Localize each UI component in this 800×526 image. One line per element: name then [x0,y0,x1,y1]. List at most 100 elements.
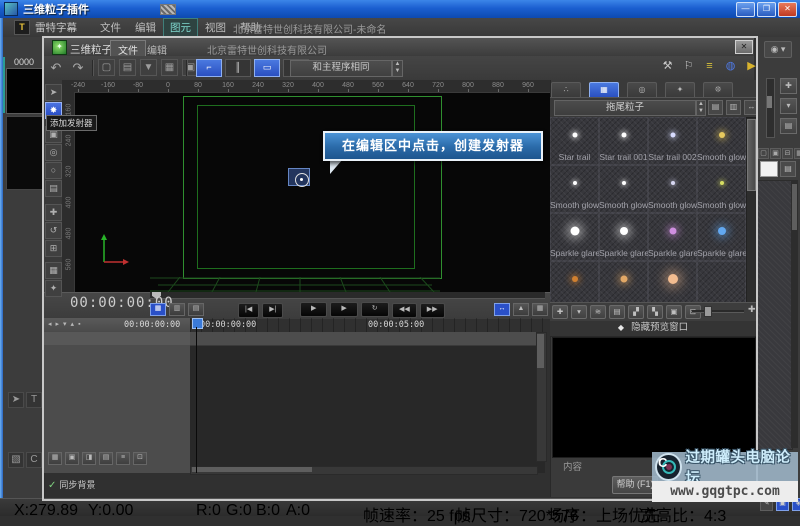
preset-item[interactable]: Sparkle glare [550,213,599,261]
redo-button[interactable]: ↷ [68,59,88,77]
remove-preset-button[interactable]: ▾ [571,305,587,319]
render-mode-dropdown[interactable]: 和主程序相同 [290,60,392,77]
align-right-icon[interactable]: ⊟ [782,148,793,159]
preset-scrollbar-thumb[interactable] [747,119,756,191]
flag-icon[interactable]: ⚐ [681,58,696,74]
refresh-button[interactable]: ▣ [666,305,682,319]
text-tool-icon[interactable]: T [26,392,42,408]
prev-frame-button[interactable]: |◀ [238,303,259,318]
delete-track-button[interactable]: ▣ [65,452,79,465]
timeline-options-button[interactable]: ▦ [532,303,548,316]
preset-item[interactable]: Smooth glow 004 [697,165,746,213]
go-end-button[interactable]: ▶▶ [420,303,445,318]
shape-tool-icon[interactable]: ▧ [8,452,24,468]
preset-item[interactable]: Star trail [550,117,599,165]
rotate-tool[interactable]: ↺ [45,222,62,239]
list-view-button[interactable]: ▤ [609,305,625,319]
tab-emitters[interactable]: ∴ [551,82,581,97]
track-mode-icon[interactable]: ▴ [71,320,75,330]
track-solo-icon[interactable]: ▪ [78,320,80,330]
keyframe-button[interactable]: ⊡ [133,452,147,465]
timeline-vscroll-thumb[interactable] [537,334,544,368]
menu-primitive[interactable]: 图元 [163,18,198,37]
open-file-icon[interactable]: ▤ [119,59,136,76]
preset-item[interactable]: Sparkle glare 002 [648,213,697,261]
align-center-icon[interactable]: ▣ [770,148,781,159]
preset-item[interactable]: Smooth glow 001 [550,165,599,213]
new-file-icon[interactable]: ▢ [98,59,115,76]
timeline-tracks[interactable] [190,332,545,473]
track-expand-icon[interactable]: ▾ [63,320,67,330]
large-thumb-button[interactable]: ▚ [647,305,663,319]
align-left-icon[interactable]: ▢ [758,148,769,159]
add-object-button[interactable]: ✚ [780,78,797,94]
preset-item[interactable]: Smooth glow [697,117,746,165]
expand-timeline-button[interactable]: ↔ [494,303,510,316]
category-dropdown[interactable]: 拖尾粒子 [554,100,696,116]
track-lock-icon[interactable]: ◂ [48,320,52,330]
cursor-icon[interactable]: ➤ [8,392,24,408]
timeline-hscroll-thumb[interactable] [192,467,312,472]
scale-tool[interactable]: ⊞ [45,240,62,257]
object-thumbnail[interactable] [6,68,44,114]
emitter-ring-tool[interactable]: ◎ [45,144,62,161]
tab-settings[interactable]: ❊ [703,82,733,97]
go-start-button[interactable]: ◀◀ [392,303,417,318]
undo-button[interactable]: ↶ [46,59,66,77]
preset-item[interactable]: Star trail 002 [648,117,697,165]
track-list-button[interactable]: ≡ [116,452,130,465]
marker-mode-button[interactable]: ▦ [150,303,166,316]
right-slider[interactable] [766,78,775,138]
merge-clip-button[interactable]: ▤ [99,452,113,465]
next-category-button[interactable]: ▥ [726,100,741,115]
color-tool-icon[interactable]: C [26,452,42,468]
select-tool[interactable]: ➤ [45,84,62,101]
import-icon[interactable]: ▦ [161,59,178,76]
view-corner-button[interactable]: ⌐ [196,59,222,77]
preset-item[interactable] [697,261,746,304]
emitter-sphere-tool[interactable]: ○ [45,162,62,179]
small-thumb-button[interactable]: ▞ [628,305,644,319]
object-thumbnail-2[interactable] [6,116,44,190]
prev-category-button[interactable]: ▤ [708,100,723,115]
layers-icon[interactable]: ≡ [702,58,717,74]
align-grid-icon[interactable]: ▦ [794,148,800,159]
zoom-slider-thumb[interactable] [704,306,712,317]
thumbnail-zoom-slider[interactable] [692,310,744,313]
move-tool[interactable]: ✚ [45,204,62,221]
timeline-ruler[interactable]: 00:00:00:0000:00:05:00 [190,318,545,333]
dome-icon[interactable]: ◍ [723,58,738,74]
right-slider-thumb[interactable] [767,96,772,108]
preset-item[interactable]: Star trail 001 [599,117,648,165]
preset-item[interactable]: Smooth glow 003 [648,165,697,213]
preset-item[interactable]: Sparkle glare 003 [697,213,746,261]
add-preset-button[interactable]: ✚ [552,305,568,319]
preset-item[interactable] [648,261,697,304]
next-frame-button[interactable]: ▶| [262,303,283,318]
zoom-plus-icon[interactable]: ✚ [748,304,756,315]
layout-button[interactable]: ▤ [780,118,797,134]
menu-edit[interactable]: 编辑 [128,18,163,37]
emitter-plane-tool[interactable]: ▤ [45,180,62,197]
viewport-scroll-track[interactable] [150,292,545,299]
color-swatch[interactable] [760,161,778,177]
range-mode-button[interactable]: ▥ [169,303,185,316]
tools-icon[interactable]: ⚒ [660,58,675,74]
plugin-close-button[interactable]: ✕ [735,40,753,54]
tab-library[interactable]: ▦ [589,82,619,97]
category-spinner[interactable]: ▲▼ [696,100,706,116]
play-button[interactable]: ▶ [330,302,357,317]
view-columns-button[interactable]: ║ [225,59,251,77]
style-picker-button[interactable]: ◉ ▾ [764,41,792,58]
swatch-options-button[interactable]: ▤ [780,161,796,177]
sync-background-checkbox[interactable]: ✓同步背景 [48,478,95,491]
collapse-timeline-button[interactable]: ▲ [513,303,529,316]
add-track-button[interactable]: ▦ [48,452,62,465]
style-list-scroll-thumb[interactable] [792,184,797,230]
menu-view[interactable]: 视图 [198,18,233,37]
view-frame-button[interactable]: ▭ [254,59,280,77]
maximize-button[interactable]: ❐ [757,2,776,17]
loop-button[interactable]: ↻ [361,302,389,317]
camera-tool[interactable]: ▦ [45,262,62,279]
fit-view-button[interactable]: ▤ [188,303,204,316]
